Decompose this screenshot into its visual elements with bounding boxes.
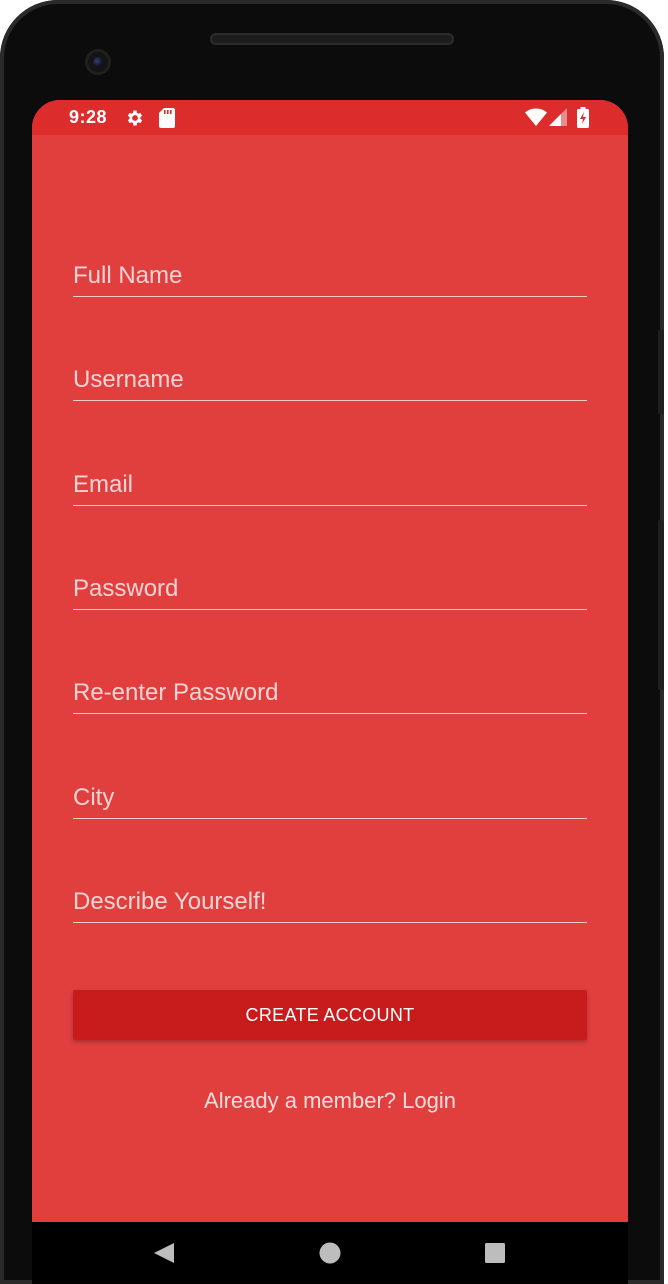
reenter-password-field xyxy=(73,665,587,714)
login-link[interactable]: Already a member? Login xyxy=(32,1088,628,1114)
city-input[interactable] xyxy=(73,784,587,812)
phone-frame: 9:28 Full Name Username Email City Descr… xyxy=(0,0,664,1284)
city-field xyxy=(73,770,587,819)
full-name-input[interactable] xyxy=(73,262,587,290)
password-input[interactable] xyxy=(73,575,587,603)
signup-form: CREATE ACCOUNT Already a member? Login xyxy=(32,135,628,1222)
create-account-button[interactable]: CREATE ACCOUNT xyxy=(73,990,587,1040)
signal-icon xyxy=(549,108,567,131)
username-field xyxy=(73,352,587,401)
earpiece-speaker xyxy=(210,33,454,45)
sd-card-icon xyxy=(159,108,175,133)
full-name-field xyxy=(73,248,587,297)
back-icon[interactable] xyxy=(152,1241,176,1270)
status-time: 9:28 xyxy=(69,107,108,127)
power-button xyxy=(658,330,664,414)
navigation-bar xyxy=(32,1222,628,1284)
recents-icon[interactable] xyxy=(483,1241,507,1270)
reenter-password-input[interactable] xyxy=(73,679,587,707)
email-field xyxy=(73,457,587,506)
wifi-icon xyxy=(525,107,547,131)
username-input[interactable] xyxy=(73,366,587,394)
home-icon[interactable] xyxy=(318,1241,342,1270)
battery-charging-icon xyxy=(577,107,589,133)
password-field xyxy=(73,561,587,610)
front-camera xyxy=(85,49,111,75)
volume-buttons xyxy=(658,520,664,690)
describe-yourself-input[interactable] xyxy=(73,888,587,916)
gear-icon xyxy=(125,108,145,133)
email-input[interactable] xyxy=(73,471,587,499)
screen: 9:28 Full Name Username Email City Descr… xyxy=(32,100,628,1284)
describe-yourself-field xyxy=(73,874,587,923)
status-bar: 9:28 xyxy=(32,100,628,135)
